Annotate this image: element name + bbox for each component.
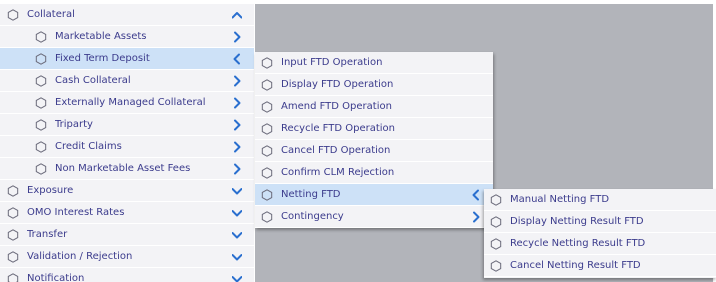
hexagon-icon	[7, 228, 19, 241]
hexagon-icon	[35, 140, 47, 153]
menu-item-non-marketable-asset-fees[interactable]: Non Marketable Asset Fees	[0, 158, 254, 180]
menu-item-label: Manual Netting FTD	[510, 194, 610, 205]
hexagon-icon	[490, 237, 502, 250]
hexagon-icon	[490, 215, 502, 228]
hexagon-icon	[261, 122, 273, 135]
menu-item-omo-interest-rates[interactable]: OMO Interest Rates	[0, 202, 254, 224]
menu-item-label: Credit Claims	[55, 141, 122, 152]
netting-ftd-submenu: Manual Netting FTD Display Netting Resul…	[484, 189, 716, 278]
chevron-right-icon[interactable]	[232, 97, 242, 109]
menu-item-label: Cash Collateral	[55, 75, 131, 86]
hexagon-icon	[261, 144, 273, 157]
menu-item-fixed-term-deposit[interactable]: Fixed Term Deposit	[0, 48, 254, 70]
chevron-down-icon[interactable]	[232, 185, 242, 197]
menu-item-label: Display Netting Result FTD	[510, 216, 644, 227]
chevron-up-icon[interactable]	[232, 9, 242, 21]
chevron-down-icon[interactable]	[232, 229, 242, 241]
menu-item-cash-collateral[interactable]: Cash Collateral	[0, 70, 254, 92]
menu-item-confirm-clm-rejection[interactable]: Confirm CLM Rejection	[255, 162, 493, 184]
menu-item-label: Triparty	[55, 119, 93, 130]
hexagon-icon	[7, 8, 19, 21]
main-menu: Collateral Marketable Assets Fixed Term …	[0, 4, 254, 282]
chevron-right-icon[interactable]	[232, 31, 242, 43]
menu-item-label: OMO Interest Rates	[27, 207, 125, 218]
menu-item-recycle-ftd-operation[interactable]: Recycle FTD Operation	[255, 118, 493, 140]
hexagon-icon	[7, 206, 19, 219]
chevron-right-icon[interactable]	[232, 141, 242, 153]
menu-item-notification[interactable]: Notification	[0, 268, 254, 282]
chevron-right-icon[interactable]	[232, 119, 242, 131]
menu-item-label: Confirm CLM Rejection	[281, 167, 395, 178]
menu-item-contingency[interactable]: Contingency	[255, 206, 493, 228]
menu-item-transfer[interactable]: Transfer	[0, 224, 254, 246]
hexagon-icon	[261, 210, 273, 223]
hexagon-icon	[7, 250, 19, 263]
menu-item-label: Validation / Rejection	[27, 251, 133, 262]
menu-item-label: Input FTD Operation	[281, 57, 383, 68]
hexagon-icon	[35, 162, 47, 175]
menu-item-label: Fixed Term Deposit	[55, 53, 150, 64]
menu-item-collateral[interactable]: Collateral	[0, 4, 254, 26]
menu-item-label: Display FTD Operation	[281, 79, 394, 90]
menu-item-label: Externally Managed Collateral	[55, 97, 206, 108]
hexagon-icon	[261, 188, 273, 201]
hexagon-icon	[261, 78, 273, 91]
chevron-down-icon[interactable]	[232, 273, 242, 282]
menu-item-label: Collateral	[27, 9, 75, 20]
menu-item-credit-claims[interactable]: Credit Claims	[0, 136, 254, 158]
menu-item-marketable-assets[interactable]: Marketable Assets	[0, 26, 254, 48]
menu-item-amend-ftd-operation[interactable]: Amend FTD Operation	[255, 96, 493, 118]
menu-item-label: Netting FTD	[281, 189, 341, 200]
menu-item-exposure[interactable]: Exposure	[0, 180, 254, 202]
menu-item-label: Recycle Netting Result FTD	[510, 238, 646, 249]
hexagon-icon	[35, 118, 47, 131]
hexagon-icon	[7, 272, 19, 282]
menu-item-label: Non Marketable Asset Fees	[55, 163, 191, 174]
chevron-left-icon[interactable]	[471, 189, 481, 201]
chevron-down-icon[interactable]	[232, 251, 242, 263]
hexagon-icon	[490, 193, 502, 206]
menu-item-netting-ftd[interactable]: Netting FTD	[255, 184, 493, 206]
hexagon-icon	[35, 30, 47, 43]
hexagon-icon	[261, 56, 273, 69]
chevron-right-icon[interactable]	[232, 163, 242, 175]
hexagon-icon	[35, 96, 47, 109]
chevron-right-icon[interactable]	[232, 75, 242, 87]
menu-item-externally-managed-collateral[interactable]: Externally Managed Collateral	[0, 92, 254, 114]
menu-item-label: Marketable Assets	[55, 31, 147, 42]
hexagon-icon	[35, 52, 47, 65]
fixed-term-deposit-submenu: Input FTD Operation Display FTD Operatio…	[255, 52, 493, 228]
menu-item-recycle-netting-result-ftd[interactable]: Recycle Netting Result FTD	[484, 233, 716, 255]
menu-item-label: Amend FTD Operation	[281, 101, 392, 112]
chevron-down-icon[interactable]	[232, 207, 242, 219]
menu-item-cancel-netting-result-ftd[interactable]: Cancel Netting Result FTD	[484, 255, 716, 277]
hexagon-icon	[7, 184, 19, 197]
menu-item-label: Cancel FTD Operation	[281, 145, 391, 156]
menu-item-triparty[interactable]: Triparty	[0, 114, 254, 136]
menu-item-label: Exposure	[27, 185, 74, 196]
hexagon-icon	[35, 74, 47, 87]
hexagon-icon	[261, 100, 273, 113]
menu-item-label: Recycle FTD Operation	[281, 123, 396, 134]
chevron-right-icon[interactable]	[471, 211, 481, 223]
menu-item-label: Transfer	[27, 229, 68, 240]
hexagon-icon	[490, 259, 502, 272]
menu-item-label: Notification	[27, 273, 85, 282]
menu-item-display-ftd-operation[interactable]: Display FTD Operation	[255, 74, 493, 96]
menu-item-label: Contingency	[281, 211, 344, 222]
menu-item-display-netting-result-ftd[interactable]: Display Netting Result FTD	[484, 211, 716, 233]
menu-item-cancel-ftd-operation[interactable]: Cancel FTD Operation	[255, 140, 493, 162]
hexagon-icon	[261, 166, 273, 179]
menu-item-label: Cancel Netting Result FTD	[510, 260, 641, 271]
menu-item-manual-netting-ftd[interactable]: Manual Netting FTD	[484, 189, 716, 211]
menu-item-validation-rejection[interactable]: Validation / Rejection	[0, 246, 254, 268]
chevron-left-icon[interactable]	[232, 53, 242, 65]
menu-item-input-ftd-operation[interactable]: Input FTD Operation	[255, 52, 493, 74]
